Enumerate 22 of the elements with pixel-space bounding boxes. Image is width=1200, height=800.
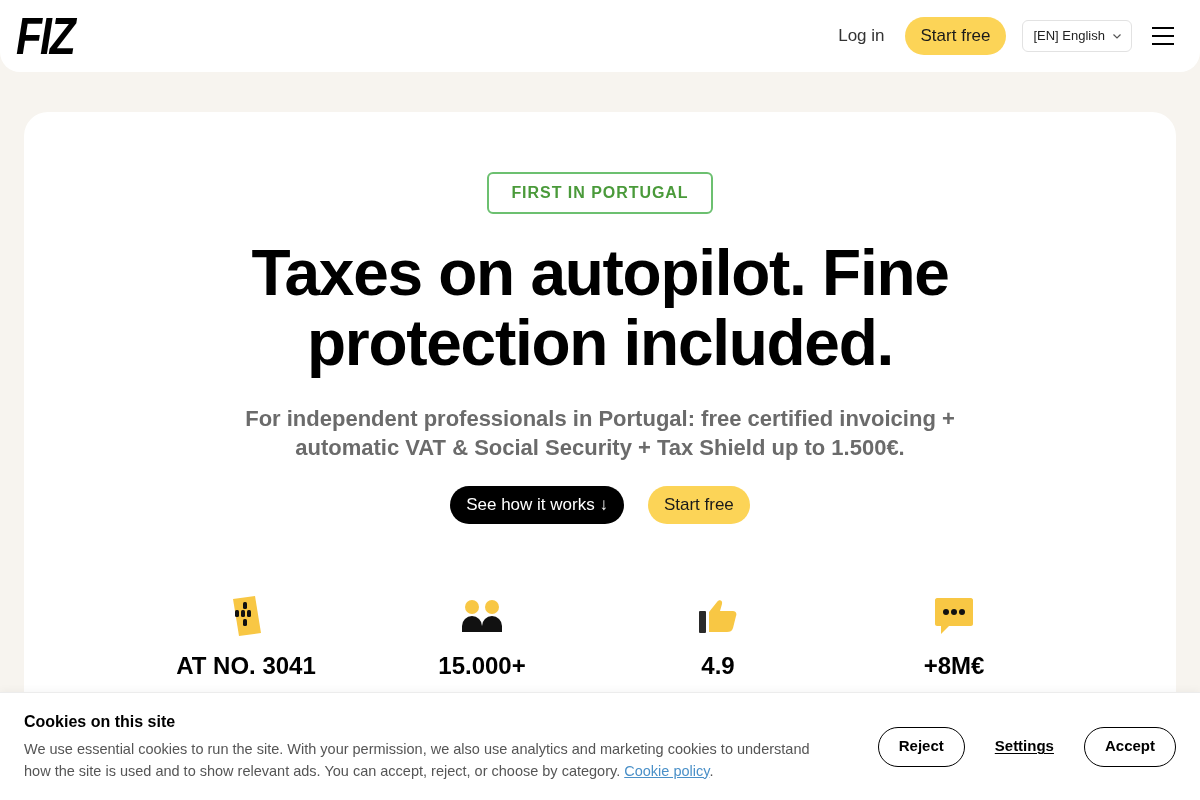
stat-value: AT NO. 3041: [176, 651, 316, 681]
start-free-button[interactable]: Start free: [647, 486, 750, 524]
chevron-down-icon: [1113, 33, 1121, 39]
language-select[interactable]: [EN] English: [1022, 20, 1132, 52]
settings-button[interactable]: Settings: [986, 726, 1062, 767]
speech-bubble-icon: [935, 598, 973, 634]
stat-value: 15.000+: [438, 651, 526, 681]
how-it-works-button[interactable]: See how it works ↓: [450, 486, 624, 524]
badge: FIRST IN PORTUGAL: [487, 172, 713, 214]
cookie-text: We use essential cookies to run the site. With your permission, we also use analytics and marketing cookies to understand how the site is used and to show relevant ads. You can accept, reject, or choose by category. Cookie policy.: [24, 739, 811, 781]
menu-icon[interactable]: [1152, 27, 1176, 45]
cookie-title: Cookies on this site: [24, 711, 176, 732]
start-free-button[interactable]: Start free: [904, 17, 1007, 55]
stat-value: +8M€: [923, 651, 985, 681]
thumbs-up-icon: [699, 599, 737, 633]
hero-title: Taxes on autopilot. Fine protection included.: [250, 238, 950, 378]
cookie-policy-link[interactable]: Cookie policy: [624, 762, 710, 779]
document-icon: [230, 596, 262, 636]
stat-value: 4.9: [701, 651, 735, 681]
people-icon: [462, 600, 502, 632]
login-link[interactable]: Log in: [834, 19, 889, 53]
hero-subtitle: For independent professionals in Portugal: free certified invoicing + automatic VAT & Social Security + Tax Shield up to 1.500€.: [244, 405, 956, 462]
